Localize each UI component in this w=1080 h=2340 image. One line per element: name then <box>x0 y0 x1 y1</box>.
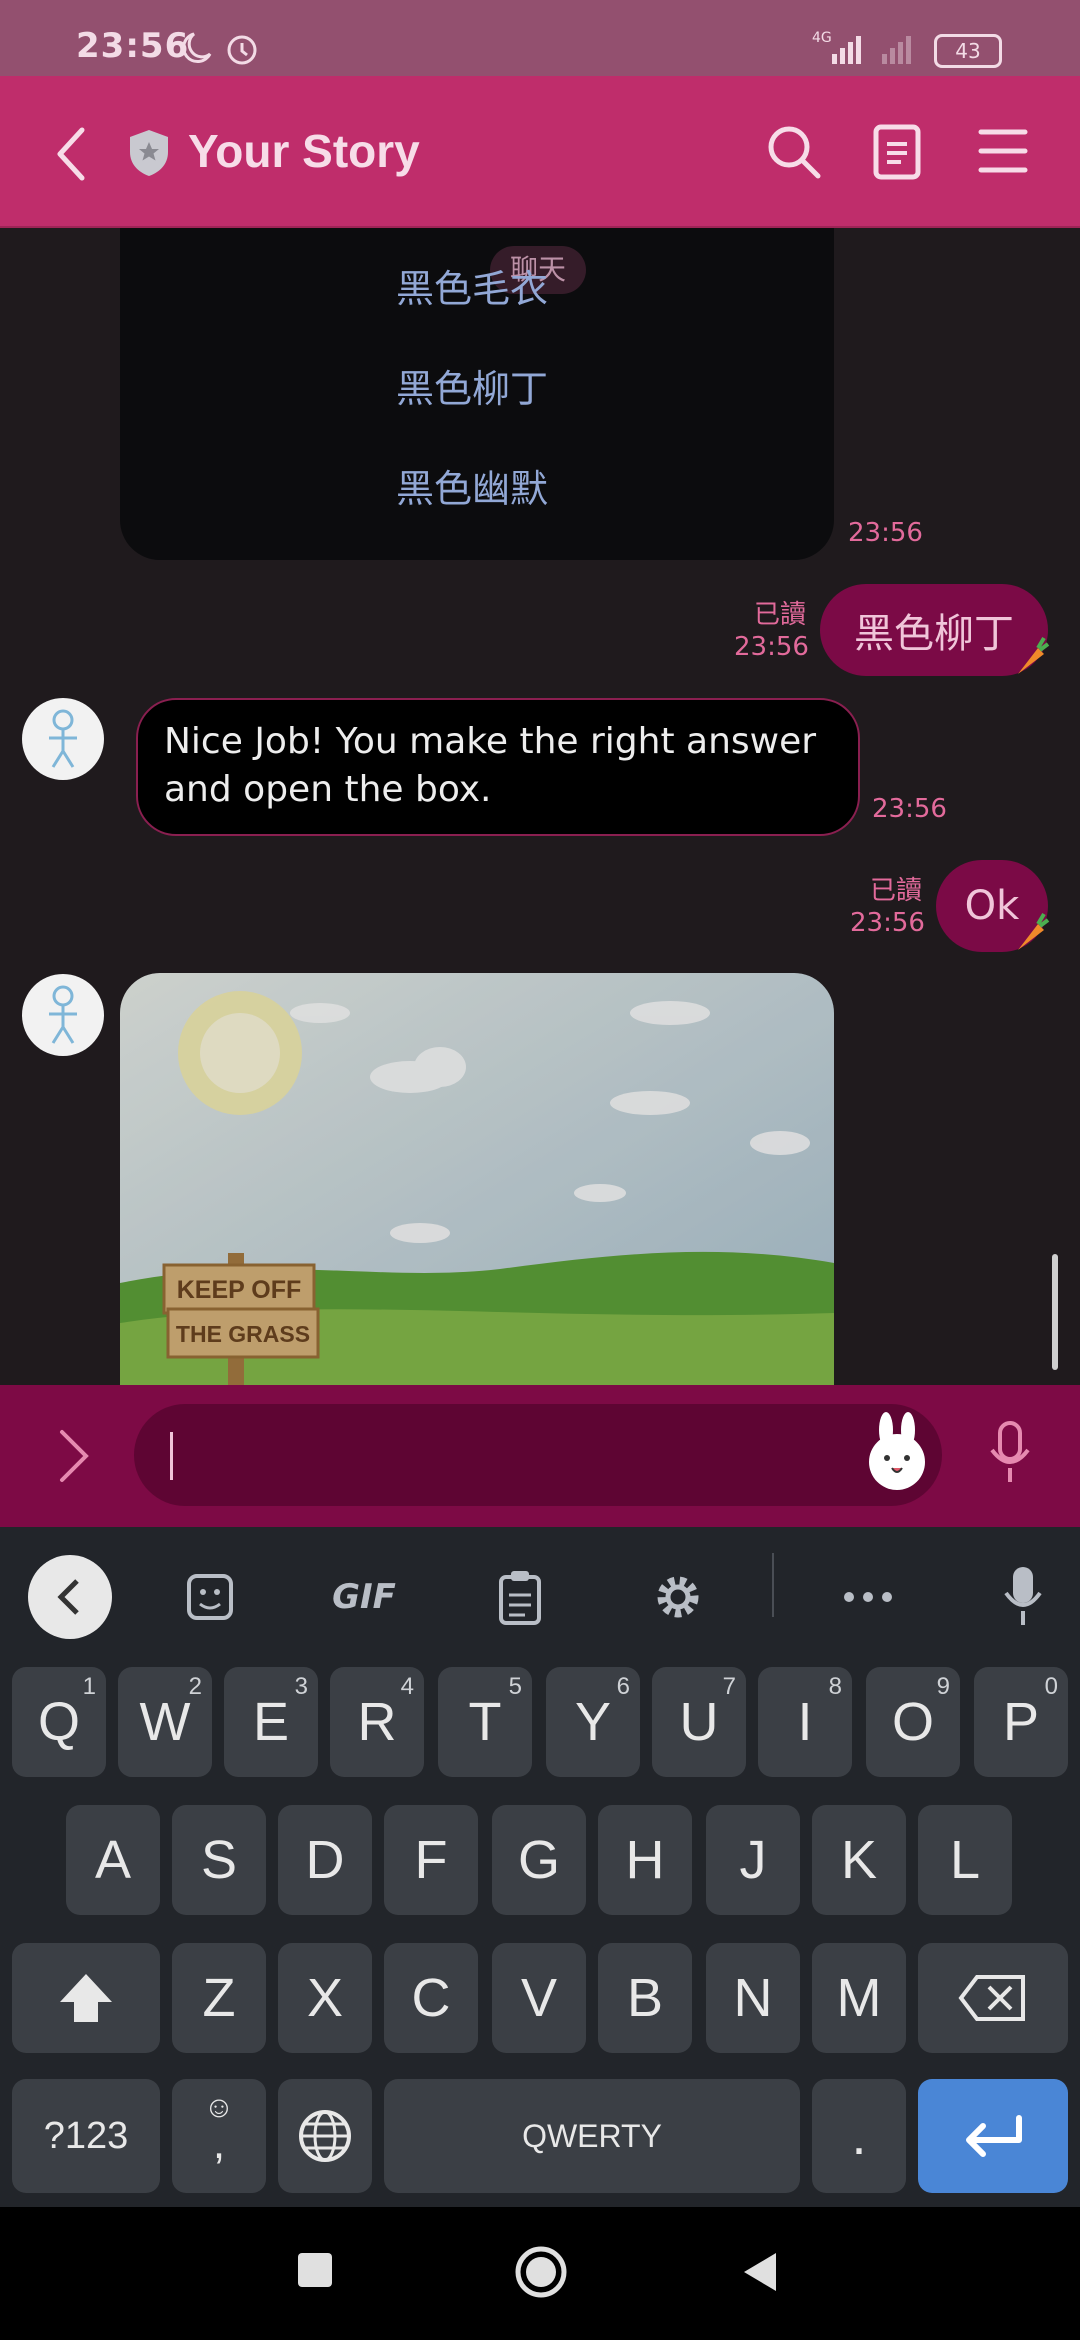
read-label: 已讀 <box>869 876 922 906</box>
backspace-key[interactable] <box>918 1943 1068 2053</box>
back-nav-button[interactable] <box>740 2249 780 2295</box>
backspace-icon <box>958 1975 1025 2021</box>
key-q[interactable]: Q1 <box>12 1667 106 1777</box>
menu-icon[interactable] <box>978 126 1028 176</box>
key-a[interactable]: A <box>66 1805 160 1915</box>
message-input[interactable] <box>134 1404 942 1506</box>
settings-button[interactable] <box>646 1565 710 1629</box>
key-d[interactable]: D <box>278 1805 372 1915</box>
key-i[interactable]: I8 <box>758 1667 852 1777</box>
enter-arrow-icon <box>966 2115 1022 2157</box>
sign-line-2: THE GRASS <box>176 1321 310 1347</box>
comma-key[interactable]: ☺ , <box>172 2079 266 2193</box>
signal-icon <box>832 36 911 64</box>
key-f[interactable]: F <box>384 1805 478 1915</box>
key-o[interactable]: O9 <box>866 1667 960 1777</box>
message-time: 23:56 <box>734 632 809 662</box>
sticker-button[interactable] <box>180 1567 240 1627</box>
status-bar: 23:56 4G 43 <box>0 0 1080 76</box>
key-m[interactable]: M <box>812 1943 906 2053</box>
period-key[interactable]: . <box>812 2079 906 2193</box>
scrollbar[interactable] <box>1052 1254 1058 1370</box>
collapse-toolbar-button[interactable] <box>28 1555 112 1639</box>
key-p[interactable]: P0 <box>974 1667 1068 1777</box>
key-w[interactable]: W2 <box>118 1667 212 1777</box>
status-time: 23:56 <box>76 26 190 66</box>
key-u[interactable]: U7 <box>652 1667 746 1777</box>
recents-button[interactable] <box>298 2253 332 2287</box>
carrot-icon <box>1018 912 1050 950</box>
globe-icon <box>299 2110 351 2162</box>
image-message[interactable]: KEEP OFF THE GRASS <box>120 973 834 1385</box>
language-key[interactable] <box>278 2079 372 2193</box>
message-text: Nice Job! You make the right answer and … <box>164 721 817 810</box>
symbols-key[interactable]: ?123 <box>12 2079 160 2193</box>
sticker-face-icon <box>187 1574 233 1620</box>
more-dots-icon <box>844 1592 892 1602</box>
microphone-icon[interactable] <box>988 1420 1032 1486</box>
chat-title: Your Story <box>188 125 420 177</box>
read-label: 已讀 <box>753 600 806 630</box>
gif-button[interactable]: GIF <box>322 1567 406 1627</box>
message-time: 23:56 <box>850 908 925 938</box>
carrot-icon <box>1018 636 1050 674</box>
menu-option-3[interactable]: 黑色幽默 <box>396 458 548 513</box>
message-text: 黑色柳丁 <box>854 611 1014 657</box>
system-nav-bar <box>0 2207 1080 2340</box>
message-time: 23:56 <box>872 794 947 824</box>
shield-icon <box>130 130 168 176</box>
enter-key[interactable] <box>918 2079 1068 2193</box>
key-j[interactable]: J <box>706 1805 800 1915</box>
menu-option-1[interactable]: 黑色毛衣 <box>396 258 548 313</box>
key-b[interactable]: B <box>598 1943 692 2053</box>
key-x[interactable]: X <box>278 1943 372 2053</box>
back-icon[interactable] <box>52 126 92 182</box>
shift-arrow-icon <box>60 1974 112 2022</box>
sign-line-1: KEEP OFF <box>177 1276 302 1304</box>
key-r[interactable]: R4 <box>330 1667 424 1777</box>
battery-level: 43 <box>955 39 981 63</box>
sticker-icon[interactable] <box>864 1412 930 1492</box>
key-z[interactable]: Z <box>172 1943 266 2053</box>
more-button[interactable] <box>838 1567 898 1627</box>
clipboard-icon <box>499 1571 541 1625</box>
avatar[interactable] <box>22 698 104 780</box>
gear-icon <box>657 1576 699 1618</box>
menu-option-2[interactable]: 黑色柳丁 <box>396 358 548 413</box>
text-cursor <box>170 1432 173 1480</box>
key-k[interactable]: K <box>812 1805 906 1915</box>
key-y[interactable]: Y6 <box>546 1667 640 1777</box>
key-g[interactable]: G <box>492 1805 586 1915</box>
clipboard-button[interactable] <box>492 1565 548 1629</box>
incoming-message[interactable]: Nice Job! You make the right answer and … <box>136 698 860 836</box>
keyboard: GIF Q1 W2 E3 R4 T5 Y6 U7 I8 O9 P0 A S D … <box>0 1527 1080 2207</box>
chat-header: Your Story <box>0 76 1080 228</box>
key-e[interactable]: E3 <box>224 1667 318 1777</box>
voice-input-button[interactable] <box>998 1561 1048 1631</box>
shift-key[interactable] <box>12 1943 160 2053</box>
key-c[interactable]: C <box>384 1943 478 2053</box>
grass-sign-image: KEEP OFF THE GRASS <box>120 973 834 1385</box>
toolbar-divider <box>772 1553 774 1617</box>
expand-chevron-icon[interactable] <box>56 1428 92 1484</box>
key-t[interactable]: T5 <box>438 1667 532 1777</box>
menu-time: 23:56 <box>848 518 923 548</box>
key-s[interactable]: S <box>172 1805 266 1915</box>
key-v[interactable]: V <box>492 1943 586 2053</box>
moon-alarm-icons <box>182 32 257 65</box>
key-n[interactable]: N <box>706 1943 800 2053</box>
avatar[interactable] <box>22 974 104 1056</box>
battery-icon: 43 <box>934 34 1002 68</box>
key-h[interactable]: H <box>598 1805 692 1915</box>
search-icon[interactable] <box>766 124 822 180</box>
home-button[interactable] <box>514 2245 568 2299</box>
notes-icon[interactable] <box>872 124 922 180</box>
chevron-left-icon <box>57 1579 79 1615</box>
microphone-icon <box>1004 1567 1042 1625</box>
key-l[interactable]: L <box>918 1805 1012 1915</box>
chat-area[interactable]: 聊天 黑色毛衣 黑色柳丁 黑色幽默 23:56 已讀 23:56 黑色柳丁 Ni… <box>0 228 1080 1385</box>
space-key[interactable]: QWERTY <box>384 2079 800 2193</box>
